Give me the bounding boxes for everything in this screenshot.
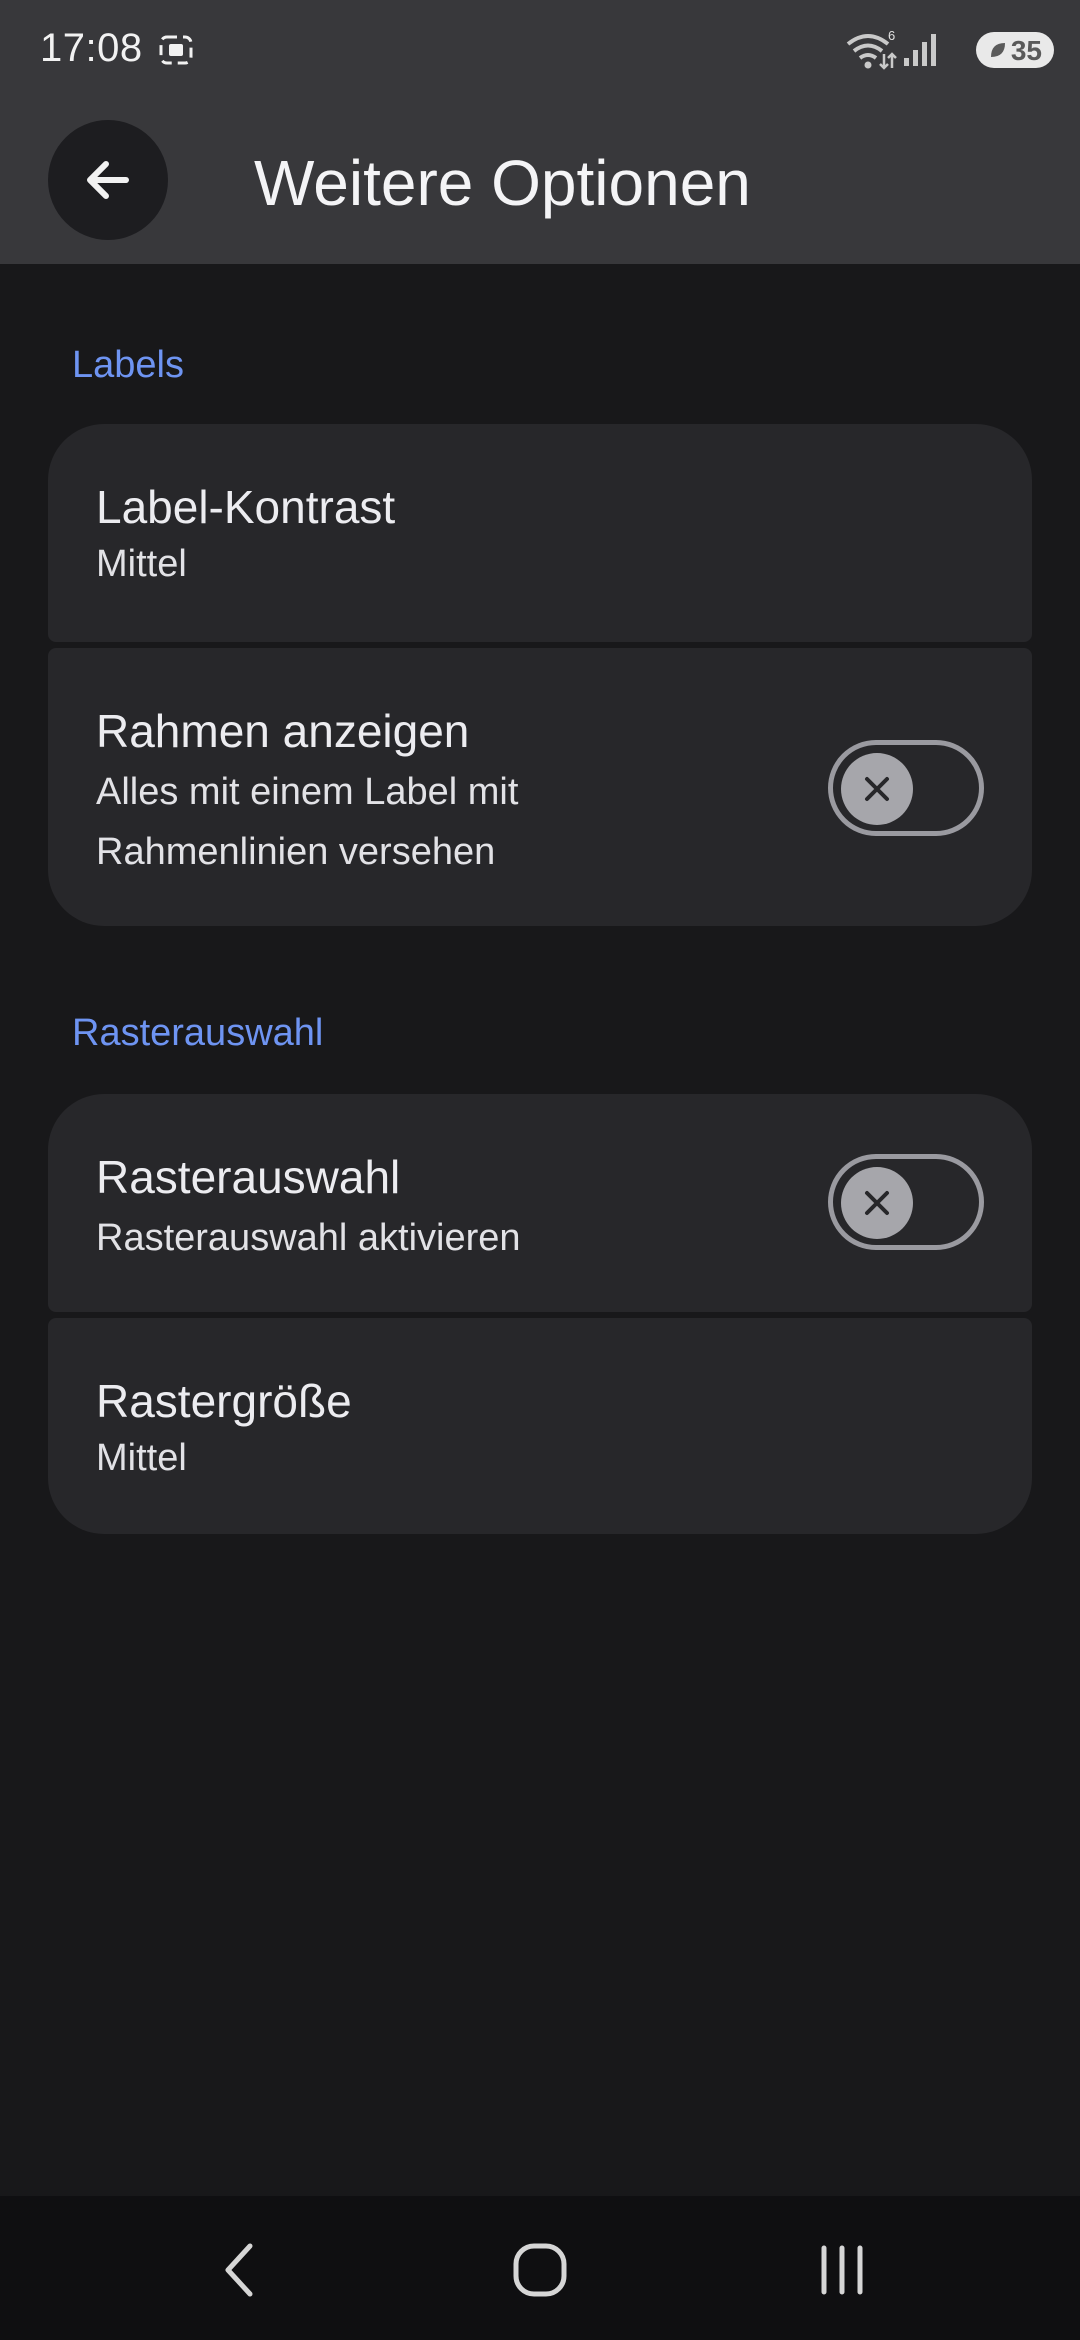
setting-title: Rasterauswahl [96, 1151, 401, 1203]
setting-title: Rastergröße [96, 1375, 352, 1427]
setting-value: Mittel [96, 543, 187, 585]
wifi-icon: 6 [846, 28, 897, 70]
setting-title: Label-Kontrast [96, 481, 396, 533]
status-bar: 17:08 6 35 [0, 0, 1080, 100]
setting-grid-size[interactable]: Rastergröße Mittel [48, 1318, 1032, 1534]
close-icon [865, 777, 889, 801]
arrow-left-icon [87, 161, 129, 199]
signal-icon [904, 34, 936, 66]
grid-selection-toggle[interactable] [828, 1154, 984, 1250]
section-header-labels: Labels [72, 344, 184, 386]
page-title: Weitere Optionen [254, 147, 751, 219]
section-header-grid-selection: Rasterauswahl [72, 1012, 324, 1054]
recents-icon[interactable] [802, 2238, 882, 2302]
battery-icon: 35 [976, 32, 1054, 68]
setting-value: Mittel [96, 1437, 187, 1479]
setting-description-line2: Rahmenlinien versehen [96, 831, 496, 873]
home-icon[interactable] [500, 2238, 580, 2302]
screenshot-icon [159, 35, 193, 65]
wifi-badge: 6 [888, 28, 895, 43]
battery-level: 35 [1010, 35, 1042, 66]
toggle-knob [841, 1167, 913, 1239]
back-button[interactable] [48, 120, 168, 240]
app-bar: 17:08 6 35 Weitere Optionen [0, 0, 1080, 264]
leaf-icon [991, 43, 1005, 57]
setting-label-contrast[interactable]: Label-Kontrast Mittel [48, 424, 1032, 642]
toggle-knob [841, 753, 913, 825]
setting-description-line1: Alles mit einem Label mit [96, 771, 519, 813]
setting-show-borders[interactable]: Rahmen anzeigen Alles mit einem Label mi… [48, 648, 1032, 926]
show-borders-toggle[interactable] [828, 740, 984, 836]
status-time: 17:08 [40, 26, 143, 70]
system-nav-bar [0, 2196, 1080, 2340]
back-icon[interactable] [200, 2238, 280, 2302]
setting-title: Rahmen anzeigen [96, 705, 470, 757]
setting-grid-selection[interactable]: Rasterauswahl Rasterauswahl aktivieren [48, 1094, 1032, 1312]
status-icons: 6 35 [824, 28, 1054, 72]
close-icon [865, 1191, 889, 1215]
setting-description: Rasterauswahl aktivieren [96, 1217, 521, 1259]
